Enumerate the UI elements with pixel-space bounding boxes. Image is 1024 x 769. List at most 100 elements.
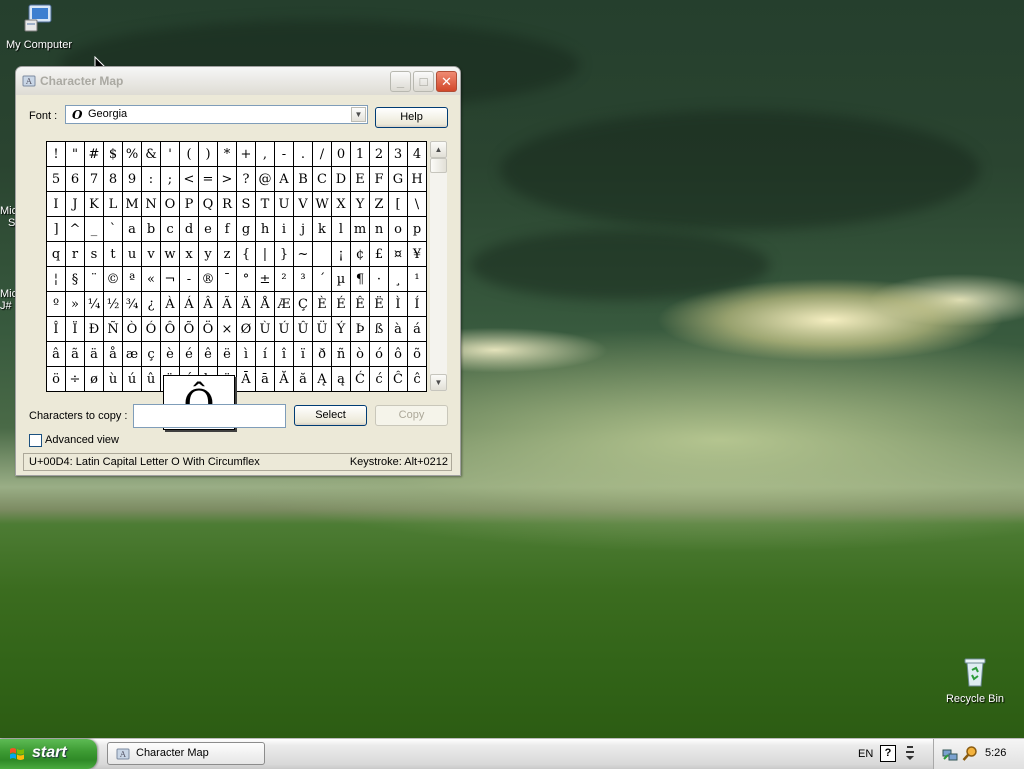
character-cell[interactable]: à <box>388 316 408 342</box>
character-cell[interactable]: [ <box>388 191 408 217</box>
character-cell[interactable]: Ï <box>65 316 85 342</box>
character-cell[interactable]: W <box>312 191 332 217</box>
character-cell[interactable]: ã <box>65 341 85 367</box>
character-cell[interactable]: Õ <box>179 316 199 342</box>
character-cell[interactable]: ò <box>350 341 370 367</box>
character-cell[interactable]: ß <box>369 316 389 342</box>
minimize-button[interactable]: _ <box>390 71 411 92</box>
character-cell[interactable]: ? <box>236 166 256 192</box>
character-cell[interactable]: K <box>84 191 104 217</box>
character-cell[interactable]: Ć <box>350 366 370 392</box>
character-cell[interactable]: % <box>122 141 142 167</box>
character-cell[interactable]: _ <box>84 216 104 242</box>
character-cell[interactable]: Þ <box>350 316 370 342</box>
search-icon[interactable] <box>962 745 978 762</box>
help-icon[interactable]: ? <box>880 745 896 762</box>
character-cell[interactable]: ¬ <box>160 266 180 292</box>
character-cell[interactable]: N <box>141 191 161 217</box>
character-cell[interactable]: æ <box>122 341 142 367</box>
character-cell[interactable]: | <box>255 241 275 267</box>
character-cell[interactable]: - <box>179 266 199 292</box>
character-cell[interactable]: f <box>217 216 237 242</box>
character-cell[interactable]: ¯ <box>217 266 237 292</box>
character-cell[interactable]: ª <box>122 266 142 292</box>
character-cell[interactable]: Ñ <box>103 316 123 342</box>
advanced-view-checkbox[interactable] <box>29 434 42 447</box>
character-cell[interactable]: õ <box>407 341 427 367</box>
character-cell[interactable]: ) <box>198 141 218 167</box>
character-cell[interactable]: y <box>198 241 218 267</box>
character-cell[interactable]: 4 <box>407 141 427 167</box>
character-cell[interactable]: Ó <box>141 316 161 342</box>
character-cell[interactable]: È <box>312 291 332 317</box>
character-cell[interactable]: µ <box>331 266 351 292</box>
character-cell[interactable]: i <box>274 216 294 242</box>
character-cell[interactable]: ¼ <box>84 291 104 317</box>
character-cell[interactable]: Ë <box>369 291 389 317</box>
character-cell[interactable]: û <box>141 366 161 392</box>
character-cell[interactable]: T <box>255 191 275 217</box>
character-cell[interactable]: 2 <box>369 141 389 167</box>
character-cell[interactable]: . <box>293 141 313 167</box>
character-cell[interactable]: ^ <box>65 216 85 242</box>
character-cell[interactable]: & <box>141 141 161 167</box>
character-cell[interactable]: m <box>350 216 370 242</box>
character-cell[interactable]: : <box>141 166 161 192</box>
character-cell[interactable]: X <box>331 191 351 217</box>
character-cell[interactable]: L <box>103 191 123 217</box>
character-cell[interactable]: ¾ <box>122 291 142 317</box>
character-cell[interactable]: p <box>407 216 427 242</box>
character-cell[interactable]: Ö <box>198 316 218 342</box>
help-button[interactable]: Help <box>375 107 448 128</box>
font-select[interactable]: O Georgia ▼ <box>65 105 368 124</box>
character-cell[interactable]: = <box>198 166 218 192</box>
character-cell[interactable]: ï <box>293 341 313 367</box>
character-cell[interactable]: ¨ <box>84 266 104 292</box>
character-cell[interactable]: À <box>160 291 180 317</box>
clock[interactable]: 5:26 <box>985 747 1006 759</box>
language-indicator[interactable]: EN <box>858 748 873 760</box>
character-cell[interactable]: ± <box>255 266 275 292</box>
character-cell[interactable]: ą <box>331 366 351 392</box>
character-cell[interactable]: » <box>65 291 85 317</box>
character-cell[interactable]: ä <box>84 341 104 367</box>
character-cell[interactable]: â <box>46 341 66 367</box>
character-cell[interactable]: · <box>369 266 389 292</box>
character-cell[interactable]: « <box>141 266 161 292</box>
character-cell[interactable]: Ô <box>160 316 180 342</box>
character-cell[interactable]: º <box>46 291 66 317</box>
character-cell[interactable]: C <box>312 166 332 192</box>
character-cell[interactable]: ë <box>217 341 237 367</box>
character-cell[interactable]: l <box>331 216 351 242</box>
character-cell[interactable]: á <box>407 316 427 342</box>
language-bar-options-icon[interactable] <box>903 744 917 762</box>
character-cell[interactable]: é <box>179 341 199 367</box>
character-cell[interactable]: a <box>122 216 142 242</box>
character-cell[interactable]: ¦ <box>46 266 66 292</box>
desktop-icon-recycle-bin[interactable]: Recycle Bin <box>940 656 1010 705</box>
character-cell[interactable]: 0 <box>331 141 351 167</box>
character-cell[interactable]: E <box>350 166 370 192</box>
character-cell[interactable]: ® <box>198 266 218 292</box>
character-cell[interactable]: ¤ <box>388 241 408 267</box>
character-cell[interactable]: \ <box>407 191 427 217</box>
character-cell[interactable]: ' <box>160 141 180 167</box>
close-button[interactable]: ✕ <box>436 71 457 92</box>
character-cell[interactable]: Ê <box>350 291 370 317</box>
character-cell[interactable]: Í <box>407 291 427 317</box>
character-cell[interactable]: x <box>179 241 199 267</box>
character-cell[interactable]: 8 <box>103 166 123 192</box>
character-cell[interactable]: H <box>407 166 427 192</box>
vertical-scrollbar[interactable]: ▲ ▼ <box>430 141 447 391</box>
character-cell[interactable]: B <box>293 166 313 192</box>
character-cell[interactable]: ¿ <box>141 291 161 317</box>
character-cell[interactable]: 3 <box>388 141 408 167</box>
character-cell[interactable]: P <box>179 191 199 217</box>
character-cell[interactable]: ć <box>369 366 389 392</box>
character-cell[interactable]: 1 <box>350 141 370 167</box>
character-cell[interactable]: í <box>255 341 275 367</box>
character-cell[interactable]: q <box>46 241 66 267</box>
character-cell[interactable]: Ĉ <box>388 366 408 392</box>
character-cell[interactable]: ñ <box>331 341 351 367</box>
scroll-down-arrow-icon[interactable]: ▼ <box>430 374 447 391</box>
